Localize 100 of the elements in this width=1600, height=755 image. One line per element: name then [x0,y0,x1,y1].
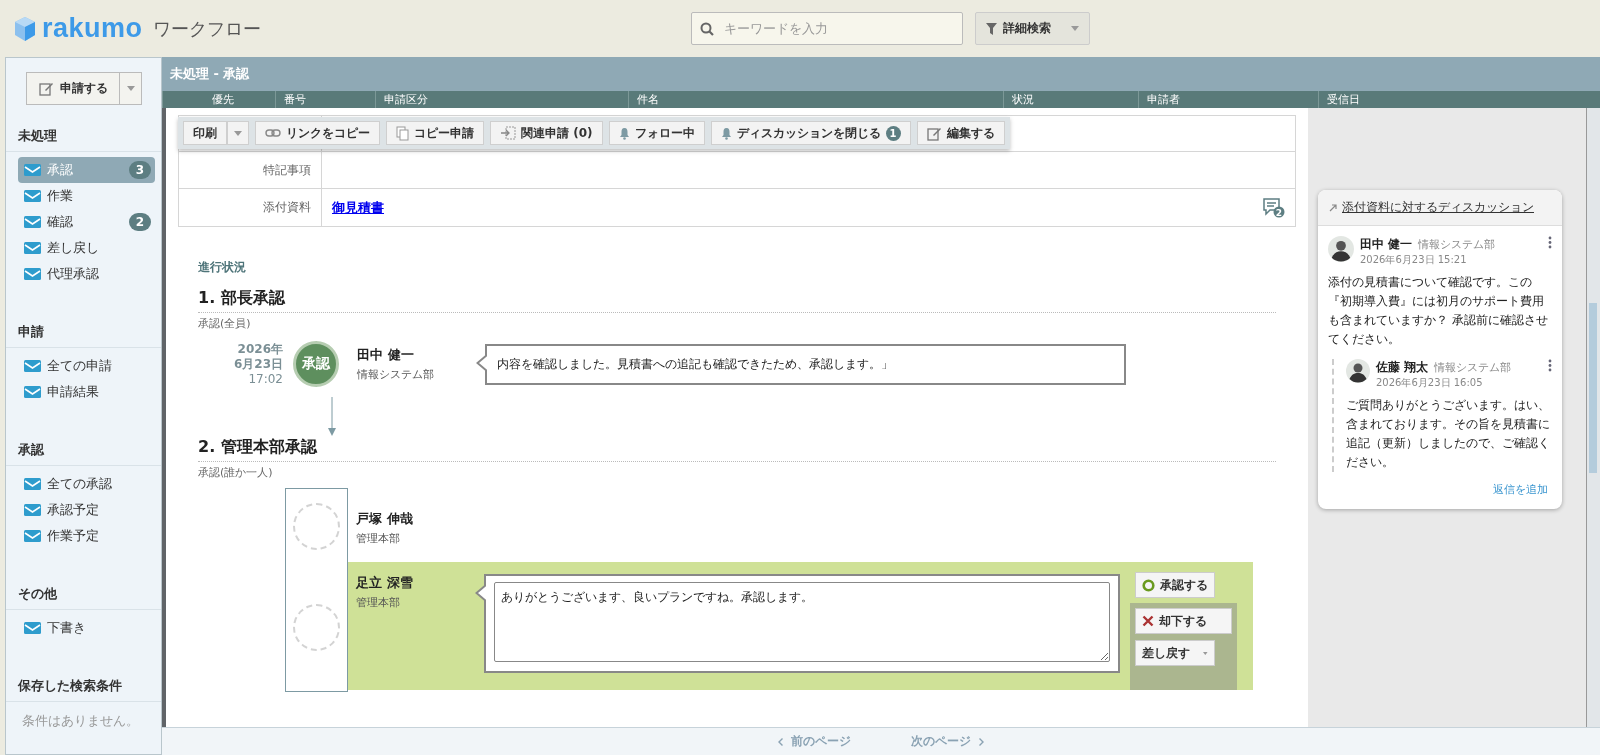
chevron-right-icon [979,737,984,746]
comment-time: 2026年6月23日 16:05 [1376,376,1484,390]
step-rule: 承認(誰か一人) [198,465,274,480]
bubble-pointer [476,353,487,372]
comment-bubble: 内容を確認しました。見積書への追記も確認できたため、承認します。」 [485,343,1126,385]
sidebar-item[interactable]: 確認 2 [18,209,155,235]
toolbar-button[interactable]: リンクをコピー [255,121,380,145]
avatar-icon [1328,236,1354,262]
cross-icon [1142,615,1154,627]
approver-department: 管理本部 [356,531,401,546]
dropdown-button[interactable] [120,72,142,105]
section-title: 保存した検索条件 [6,671,161,702]
inbox-icon [24,164,41,176]
inbox-icon [24,504,41,516]
field-label: 特記事項 [179,152,322,188]
toolbar-button[interactable]: フォロー中 [608,121,705,145]
sidebar-item[interactable]: 申請結果 [18,379,155,405]
link-icon [265,129,281,137]
sidebar-item[interactable]: 全ての承認 [18,471,155,497]
document-arrow-icon [500,126,516,140]
inbox-icon [24,216,41,228]
sidebar-item[interactable]: 承認予定 [18,497,155,523]
commenter-name: 田中 健一 情報システム部 [1360,236,1497,253]
inbox-icon [24,268,41,280]
empty-message: 条件はありません。 [21,712,140,730]
approval-date: 2026年 6月23日 17:02 [232,341,283,387]
bell-icon [618,126,630,140]
comment-input[interactable]: ありがとうございます、良いプランですね。承認します。 [494,582,1110,662]
print-button[interactable]: 印刷 [183,121,227,145]
more-icon[interactable] [1548,236,1552,249]
toolbar-button[interactable]: コピー申請 [386,121,484,145]
toolbar-button[interactable]: 関連申請 (0) [490,121,603,145]
sidebar-item[interactable]: 作業 [18,183,155,209]
field-label: 添付資料 [179,189,322,226]
approved-stamp: 承認 [293,341,339,387]
approver-name: 戸塚 伸哉 [356,510,414,528]
toolbar-button[interactable]: 編集する [916,121,1005,145]
section-title: 申請 [6,317,161,348]
inbox-icon [24,190,41,202]
bell-icon [720,126,732,140]
step-title: 1. 部長承認 [198,288,1276,313]
sidebar-item[interactable]: 全ての申請 [18,353,155,379]
count-badge: 3 [129,161,151,179]
list-title: 未処理 - 承認 [169,65,251,83]
link-icon [1328,202,1338,213]
approve-button[interactable]: 承認する [1135,572,1215,598]
avatar-icon [1346,359,1370,383]
empty-stamp [293,502,340,550]
section-title: その他 [6,579,161,610]
column-header: 優先 番号 申請区分 件名 状況 申請者 受信日 [162,91,1600,108]
progress-title: 進行状況 [198,259,247,276]
section-title: 承認 [6,435,161,466]
edit-icon [38,81,54,96]
caret-icon [126,86,135,91]
sidebar-item[interactable]: 代理承認 [18,261,155,287]
logo-text: rakumo [42,13,143,44]
app-title: ワークフロー [152,16,261,41]
inbox-icon [24,386,41,398]
scrollbar-thumb[interactable] [1589,303,1597,473]
approver-name: 足立 深雪 [356,574,414,592]
edit-icon [926,125,942,141]
copy-icon [396,125,409,141]
return-button[interactable]: 差し戻す [1135,640,1215,666]
search-icon [699,22,714,36]
caret-icon [234,130,242,136]
inbox-icon [24,242,41,254]
advanced-search-button[interactable]: 詳細検索 [974,12,1090,45]
sidebar-item[interactable]: 差し戻し [18,235,155,261]
sidebar-item[interactable]: 承認 3 [18,157,155,183]
count-badge: 1 [885,125,901,141]
caret-icon [1203,650,1208,656]
attachment-link[interactable]: 御見積書 [332,198,384,217]
count-badge: 2 [129,213,151,231]
inbox-icon [24,478,41,490]
approver-name: 田中 健一 [357,346,415,364]
sidebar-item[interactable]: 下書き [18,615,155,641]
sidebar-item[interactable]: 作業予定 [18,523,155,549]
chevron-left-icon [778,737,783,746]
filter-icon [985,22,997,35]
dropdown-button[interactable] [227,121,249,145]
section-title: 未処理 [6,121,161,152]
approver-department: 管理本部 [356,595,401,610]
inbox-icon [24,530,41,542]
logo-icon [14,15,36,42]
approver-department: 情報システム部 [357,367,435,382]
inbox-icon [24,360,41,372]
more-icon[interactable] [1548,359,1552,372]
timeline-arrow [328,397,336,437]
comment-text: ご質問ありがとうございます。はい、含まれております。その旨を見積書に追記（更新）しましたので、ご確認ください。 [1346,397,1551,471]
empty-stamp [293,603,340,651]
search-field[interactable]: キーワードを入力 [690,12,963,45]
toolbar-button[interactable]: ディスカッションを閉じる 1 [710,121,911,145]
add-reply-link[interactable]: 返信を追加 [1318,472,1562,509]
step-rule: 承認(全員) [198,316,252,331]
commenter-name: 佐藤 翔太 情報システム部 [1376,359,1513,376]
comment-text: 添付の見積書について確認です。この『初期導入費』には初月のサポート費用も含まれていますか？ 承認前に確認させてください。 [1328,274,1549,348]
comment-time: 2026年6月23日 15:21 [1360,253,1468,267]
new-request-button[interactable]: 申請する [26,72,120,105]
reject-button[interactable]: 却下する [1135,608,1232,634]
inbox-icon [24,622,41,634]
